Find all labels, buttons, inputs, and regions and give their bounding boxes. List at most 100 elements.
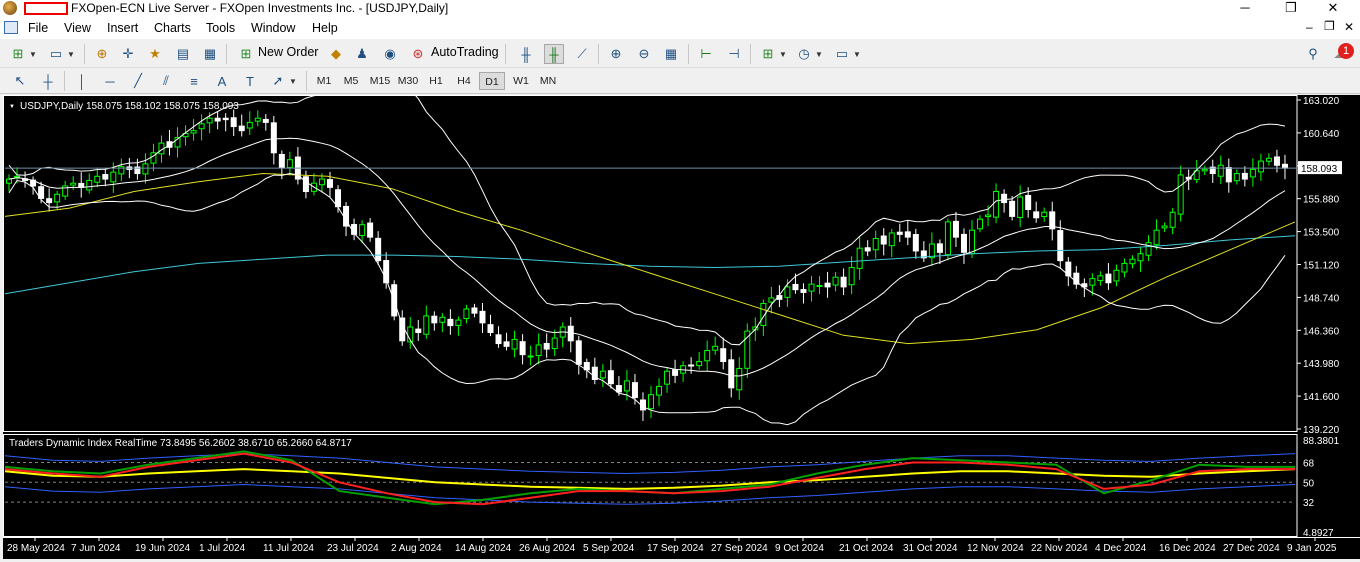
data-window-icon[interactable]: ✛ (118, 44, 138, 64)
candle-body (439, 316, 446, 323)
candle-body (952, 220, 959, 238)
notification-badge: 1 (1338, 43, 1354, 59)
signals-icon[interactable]: ◉ (380, 44, 400, 64)
zoom-out-icon[interactable]: ⊖ (634, 44, 654, 64)
text-icon[interactable]: A (212, 71, 232, 91)
templates-dropdown-icon[interactable]: ▼ (852, 44, 862, 64)
date-label: 2 Aug 2024 (391, 543, 442, 554)
timeframe-m30[interactable]: M30 (395, 72, 421, 90)
timeframe-h1[interactable]: H1 (423, 72, 449, 90)
indicators-icon[interactable]: ⊞ (758, 44, 778, 64)
fibonacci-icon[interactable]: ≡ (184, 71, 204, 91)
chart-header: USDJPY,Daily 158.075 158.102 158.075 158… (20, 101, 239, 112)
menu-tools[interactable]: Tools (206, 21, 235, 35)
candle-body (1265, 157, 1272, 162)
candlestick-chart-icon[interactable]: ╫ (544, 44, 564, 64)
text-label-icon[interactable]: T (240, 71, 260, 91)
menu-window[interactable]: Window (251, 21, 295, 35)
new-order-button[interactable]: New Order (258, 45, 318, 59)
candle-body (110, 171, 117, 183)
zoom-in-icon[interactable]: ⊕ (606, 44, 626, 64)
menu-help[interactable]: Help (312, 21, 338, 35)
candle-body (190, 130, 197, 134)
strategy-tester-icon[interactable]: ▦ (200, 44, 220, 64)
candle-body (54, 193, 61, 203)
bar-chart-icon[interactable]: ╫ (516, 44, 536, 64)
templates-icon[interactable]: ▭ (832, 44, 852, 64)
indicator-label: 4.8927 (1303, 528, 1334, 539)
date-label: 26 Aug 2024 (519, 543, 576, 554)
new-chart-dropdown-icon[interactable]: ▼ (28, 44, 38, 64)
timeframe-m1[interactable]: M1 (311, 72, 337, 90)
indicator-label: 32 (1303, 498, 1315, 509)
timeframe-w1[interactable]: W1 (508, 72, 534, 90)
vertical-line-icon[interactable]: │ (72, 71, 92, 91)
mdi-restore-button[interactable]: ❐ (1324, 19, 1335, 33)
bollinger-upper-line (8, 83, 1286, 346)
periods-dropdown-icon[interactable]: ▼ (814, 44, 824, 64)
candle-body (648, 394, 654, 410)
tile-windows-icon[interactable]: ▦ (661, 44, 681, 64)
date-label: 23 Jul 2024 (327, 543, 379, 554)
menu-bar: File View Insert Charts Tools Window Hel… (0, 18, 1360, 39)
trendline-icon[interactable]: ╱ (128, 71, 148, 91)
candle-body (664, 370, 671, 385)
price-label: 143.980 (1303, 359, 1340, 370)
horizontal-line-icon[interactable]: ─ (100, 71, 120, 91)
terminal-icon[interactable]: ▤ (173, 44, 193, 64)
gold-icon[interactable]: ◆ (326, 44, 346, 64)
timeframe-m15[interactable]: M15 (367, 72, 393, 90)
new-order-icon[interactable]: ⊞ (236, 44, 256, 64)
autoscroll-icon[interactable]: ⊢ (696, 44, 716, 64)
indicators-dropdown-icon[interactable]: ▼ (778, 44, 788, 64)
chart-canvas[interactable]: ▼ USDJPY,Daily 158.075 158.102 158.075 15… (3, 83, 1360, 559)
metaeditor-icon[interactable]: ♟ (352, 44, 372, 64)
toolbar-separator (598, 44, 599, 64)
new-chart-icon[interactable]: ⊞ (8, 44, 28, 64)
search-icon[interactable]: ⚲ (1303, 44, 1323, 64)
candle-body (728, 359, 735, 389)
crosshair-icon[interactable]: ┼ (38, 71, 58, 91)
candle-body (1225, 167, 1232, 183)
navigator-icon[interactable]: ★ (145, 44, 165, 64)
chart-shift-icon[interactable]: ⊣ (724, 44, 744, 64)
menu-view[interactable]: View (64, 21, 91, 35)
maximize-button[interactable]: ❐ (1268, 0, 1314, 18)
menu-file[interactable]: File (28, 21, 48, 35)
candle-body (607, 370, 614, 385)
arrows-icon[interactable]: ➚ (268, 71, 288, 91)
arrows-dropdown-icon[interactable]: ▼ (288, 71, 298, 91)
chart-window[interactable]: ▼ USDJPY,Daily 158.075 158.102 158.075 15… (3, 83, 1360, 559)
autotrading-button[interactable]: AutoTrading (431, 45, 499, 59)
profiles-icon[interactable]: ▭ (46, 44, 66, 64)
minimize-button[interactable]: ─ (1222, 0, 1268, 18)
periods-icon[interactable]: ◷ (794, 44, 814, 64)
timeframe-h4[interactable]: H4 (451, 72, 477, 90)
candle-body (535, 344, 542, 356)
candle-body (246, 121, 253, 129)
equidistant-channel-icon[interactable]: ⫽ (156, 71, 176, 91)
market-watch-icon[interactable]: ⊕ (92, 44, 112, 64)
profiles-dropdown-icon[interactable]: ▼ (66, 44, 76, 64)
menu-charts[interactable]: Charts (154, 21, 191, 35)
timeframe-m5[interactable]: M5 (338, 72, 364, 90)
autotrading-icon[interactable]: ⊛ (408, 44, 428, 64)
cursor-icon[interactable]: ↖ (10, 71, 30, 91)
collapse-arrow-icon: ▼ (9, 104, 15, 110)
candle-body (599, 370, 606, 379)
candle-body (936, 243, 943, 253)
date-label: 17 Sep 2024 (647, 543, 704, 554)
candle-body (832, 276, 839, 286)
document-icon[interactable] (4, 21, 18, 34)
line-chart-icon[interactable]: ⟋ (572, 44, 592, 64)
close-button[interactable]: ✕ (1310, 0, 1356, 18)
candle-body (736, 367, 743, 391)
timeframe-mn[interactable]: MN (535, 72, 561, 90)
timeframe-d1[interactable]: D1 (479, 72, 505, 90)
menu-insert[interactable]: Insert (107, 21, 138, 35)
mdi-close-button[interactable]: ✕ (1344, 20, 1354, 34)
mdi-minimize-button[interactable]: – (1306, 20, 1313, 34)
candle-body (198, 123, 205, 130)
candle-body (688, 364, 695, 367)
toolbar-separator (84, 44, 85, 64)
